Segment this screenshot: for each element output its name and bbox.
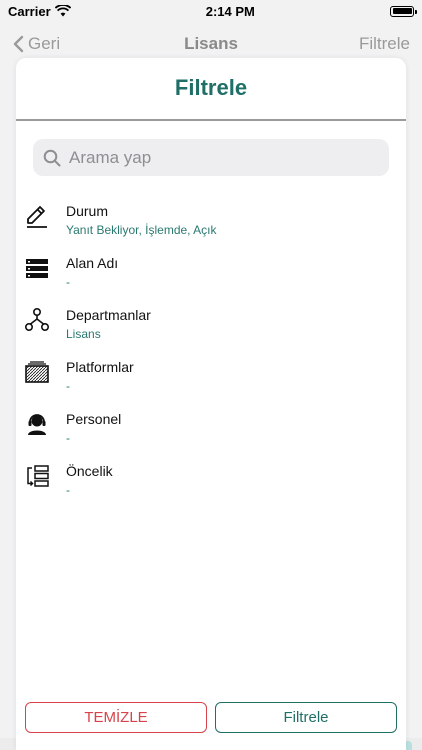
filter-value: - bbox=[66, 379, 70, 393]
search-input[interactable] bbox=[69, 147, 379, 168]
priority-icon bbox=[23, 462, 51, 490]
carrier-label: Carrier bbox=[8, 3, 51, 19]
filter-item-personel[interactable]: Personel - bbox=[16, 406, 406, 458]
filter-sheet: Filtrele Durum Yanıt Be bbox=[16, 58, 406, 750]
filter-value: - bbox=[66, 431, 70, 445]
apply-filter-button[interactable]: Filtrele bbox=[215, 702, 397, 733]
filter-label: Platformlar bbox=[66, 359, 134, 375]
filter-label: Durum bbox=[66, 203, 109, 219]
background-filter-button[interactable]: Filtrele bbox=[359, 34, 410, 54]
background-nav-bar: Geri Lisans Filtrele bbox=[0, 28, 422, 60]
search-bar bbox=[33, 139, 389, 176]
chevron-left-icon bbox=[13, 35, 24, 53]
headset-icon bbox=[23, 410, 51, 438]
search-icon bbox=[43, 149, 61, 166]
battery-icon bbox=[390, 5, 417, 17]
filter-text: Departmanlar Lisans bbox=[66, 306, 151, 342]
status-bar: Carrier 2:14 PM bbox=[0, 0, 422, 22]
back-label: Geri bbox=[28, 34, 61, 53]
filter-value: Yanıt Bekliyor, İşlemde, Açık bbox=[66, 223, 217, 237]
sheet-title: Filtrele bbox=[174, 75, 248, 100]
clear-button[interactable]: TEMİZLE bbox=[25, 702, 207, 733]
hierarchy-icon bbox=[23, 306, 51, 334]
status-time: 2:14 PM bbox=[205, 3, 255, 19]
filter-label: Departmanlar bbox=[66, 307, 151, 323]
back-button[interactable]: Geri bbox=[12, 34, 60, 54]
filter-text: Alan Adı - bbox=[66, 254, 118, 290]
filter-list: Durum Yanıt Bekliyor, İşlemde, Açık Alan… bbox=[16, 198, 406, 510]
filter-label: Personel bbox=[66, 411, 122, 427]
status-left: Carrier bbox=[8, 4, 71, 19]
filter-item-alan-adi[interactable]: Alan Adı - bbox=[16, 250, 406, 302]
filter-item-durum[interactable]: Durum Yanıt Bekliyor, İşlemde, Açık bbox=[16, 198, 406, 250]
status-right bbox=[390, 5, 417, 17]
filter-text: Öncelik - bbox=[66, 462, 113, 498]
filter-value: - bbox=[66, 275, 70, 289]
filter-text: Platformlar - bbox=[66, 358, 134, 394]
pencil-icon bbox=[23, 202, 51, 230]
platform-icon bbox=[23, 358, 51, 386]
filter-item-departmanlar[interactable]: Departmanlar Lisans bbox=[16, 302, 406, 354]
filter-label: Alan Adı bbox=[66, 255, 119, 271]
filter-item-platformlar[interactable]: Platformlar - bbox=[16, 354, 406, 406]
filter-text: Durum Yanıt Bekliyor, İşlemde, Açık bbox=[66, 202, 217, 238]
filter-item-oncelik[interactable]: Öncelik - bbox=[16, 458, 406, 510]
filter-label: Öncelik bbox=[66, 463, 113, 479]
action-buttons: TEMİZLE Filtrele bbox=[25, 702, 397, 734]
server-icon bbox=[23, 254, 51, 282]
filter-value: Lisans bbox=[66, 327, 101, 341]
filter-value: - bbox=[66, 483, 70, 497]
filter-text: Personel - bbox=[66, 410, 121, 446]
sheet-divider bbox=[16, 119, 406, 121]
wifi-icon bbox=[54, 5, 71, 17]
screen: Carrier 2:14 PM Geri Lisans Filtrele Fil… bbox=[0, 0, 422, 750]
